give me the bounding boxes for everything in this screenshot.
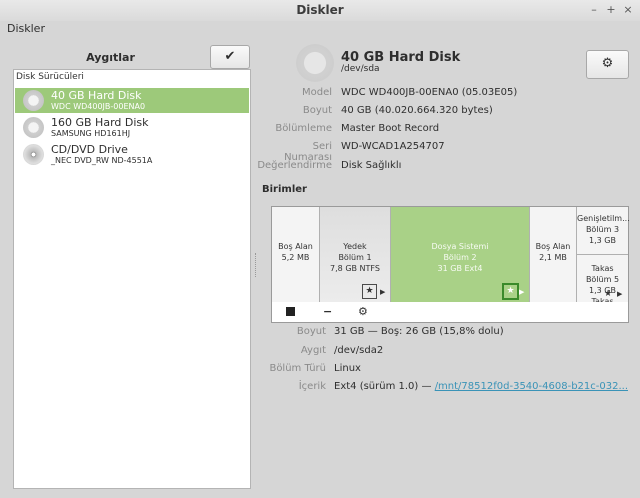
hard-disk-icon — [23, 117, 44, 138]
part-device-label: Aygıt — [300, 345, 326, 356]
partition-size: 7,8 GB NTFS — [330, 264, 380, 273]
hard-disk-icon — [296, 44, 334, 82]
minus-icon[interactable]: − — [323, 305, 332, 318]
mount-point-link[interactable]: /mnt/78512f0d-3540-4608-b21c-032... — [435, 381, 628, 392]
play-arrow-icon: ▶ — [380, 288, 386, 296]
stop-icon[interactable] — [286, 307, 295, 316]
partition-free-space-1[interactable]: Boş Alan 5,2 MB — [272, 207, 320, 303]
partition-name: Boş Alan — [535, 242, 571, 251]
partition-name: Dosya Sistemi — [431, 242, 489, 251]
partition-size: 1,3 GB — [589, 236, 616, 245]
gear-icon: ⚙ — [601, 56, 614, 71]
close-icon[interactable]: × — [621, 3, 635, 17]
partition-map: Boş Alan 5,2 MB Yedek Bölüm 1 7,8 GB NTFS ★… — [271, 206, 630, 306]
check-button[interactable]: ✔ — [210, 45, 250, 69]
pane-resize-handle[interactable] — [255, 253, 259, 277]
devices-title: Aygıtlar — [86, 51, 135, 64]
partition-number: Bölüm 5 — [585, 275, 620, 284]
play-arrow-icon: ▶ — [617, 290, 623, 298]
minimize-icon[interactable]: – — [587, 3, 601, 17]
partitioning-value: Master Boot Record — [341, 123, 440, 134]
size-value: 40 GB (40.020.664.320 bytes) — [341, 105, 493, 116]
partition-size: 31 GB Ext4 — [437, 264, 483, 273]
part-contents-label: İçerik — [298, 381, 326, 392]
window-title: Diskler — [296, 3, 344, 17]
part-contents-value: Ext4 (sürüm 1.0) — /mnt/78512f0d-3540-46… — [334, 381, 628, 392]
part-type-value: Linux — [334, 363, 361, 374]
menu-diskler[interactable]: Diskler — [7, 22, 45, 35]
disk-settings-button[interactable]: ⚙ — [586, 50, 629, 79]
part-size-label: Boyut — [296, 326, 326, 337]
star-icon[interactable]: ★ — [362, 284, 377, 299]
partition-size: 2,1 MB — [539, 253, 567, 262]
device-list: Disk Sürücüleri 40 GB Hard Disk WDC WD40… — [13, 69, 251, 489]
serial-value: WD-WCAD1A254707 — [341, 141, 445, 152]
device-model: SAMSUNG HD161HJ — [51, 129, 131, 138]
title-bar: Diskler – + × — [0, 0, 640, 21]
device-item-160gb[interactable]: 160 GB Hard Disk SAMSUNG HD161HJ — [15, 115, 249, 140]
partition-name: Genişletilm... — [577, 214, 630, 223]
device-name: 40 GB Hard Disk — [51, 89, 142, 102]
partition-name: Takas — [591, 264, 614, 273]
partition-number: Bölüm 3 — [585, 225, 620, 234]
star-icon[interactable]: ★ — [604, 289, 612, 299]
optical-drive-icon — [23, 144, 44, 165]
hard-disk-icon — [23, 90, 44, 111]
partition-2[interactable]: Dosya Sistemi Bölüm 2 31 GB Ext4 ★ ▶ — [391, 207, 530, 303]
device-model: _NEC DVD_RW ND-4551A — [51, 156, 153, 165]
rating-label: Değerlendirme — [257, 160, 332, 171]
device-name: 160 GB Hard Disk — [51, 116, 149, 129]
maximize-icon[interactable]: + — [604, 3, 618, 17]
volumes-title: Birimler — [262, 184, 307, 195]
menu-bar: Diskler — [0, 21, 640, 41]
partition-name: Boş Alan — [278, 242, 313, 251]
device-list-header: Disk Sürücüleri — [16, 72, 84, 82]
part-size-value: 31 GB — Boş: 26 GB (15,8% dolu) — [334, 326, 504, 337]
partition-toolbar: − ⚙ — [271, 302, 629, 323]
partition-free-space-2[interactable]: Boş Alan 2,1 MB — [530, 207, 577, 303]
device-item-40gb[interactable]: 40 GB Hard Disk WDC WD400JB-00ENA0 — [15, 88, 249, 113]
disk-title: 40 GB Hard Disk — [341, 50, 461, 65]
checkmark-icon: ✔ — [224, 49, 236, 64]
partitioning-label: Bölümleme — [275, 123, 332, 134]
partition-1[interactable]: Yedek Bölüm 1 7,8 GB NTFS ★ ▶ — [320, 207, 391, 303]
play-arrow-icon: ▶ — [519, 288, 525, 296]
partition-number: Bölüm 1 — [338, 253, 372, 262]
device-item-cd-dvd[interactable]: CD/DVD Drive _NEC DVD_RW ND-4551A — [15, 142, 249, 167]
size-label: Boyut — [302, 105, 332, 116]
partition-5-swap[interactable]: TakasBölüm 51,3 GB Takas ★ ▶ — [577, 255, 628, 306]
partition-extended[interactable]: Genişletilm... Bölüm 3 1,3 GB — [577, 207, 630, 255]
part-device-value: /dev/sda2 — [334, 345, 384, 356]
star-icon[interactable]: ★ — [502, 283, 519, 300]
partition-number: Bölüm 2 — [443, 253, 477, 262]
model-label: Model — [301, 87, 332, 98]
gear-icon[interactable]: ⚙ — [358, 305, 368, 318]
part-type-label: Bölüm Türü — [269, 363, 326, 374]
device-name: CD/DVD Drive — [51, 143, 128, 156]
disk-device-path: /dev/sda — [341, 64, 380, 74]
rating-value: Disk Sağlıklı — [341, 160, 402, 171]
partition-size: 5,2 MB — [281, 253, 310, 262]
model-value: WDC WD400JB-00ENA0 (05.03E05) — [341, 87, 518, 98]
device-model: WDC WD400JB-00ENA0 — [51, 102, 146, 111]
contents-text: Ext4 (sürüm 1.0) — — [334, 381, 435, 392]
partition-name: Yedek — [343, 242, 367, 251]
